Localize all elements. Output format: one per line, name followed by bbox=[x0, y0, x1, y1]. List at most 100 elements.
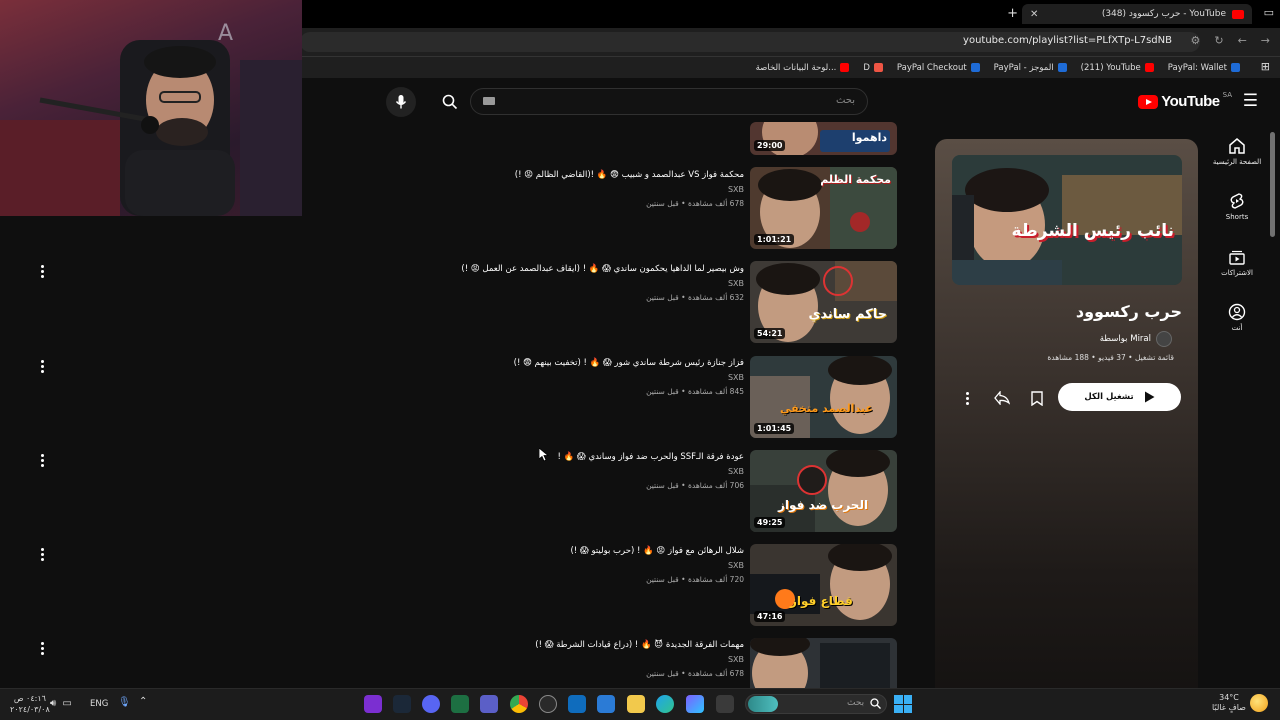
channel-name[interactable]: SXB bbox=[728, 279, 744, 288]
hamburger-menu-icon[interactable]: ☰ bbox=[1243, 91, 1258, 111]
more-vert-icon bbox=[962, 388, 972, 408]
duration-badge: 49:25 bbox=[754, 517, 786, 528]
reload-icon[interactable]: ↻ bbox=[1214, 34, 1223, 47]
video-thumbnail[interactable]: عبدالصمد متخفي 1:01:45 bbox=[750, 356, 897, 438]
bookmark-item[interactable]: D bbox=[863, 63, 883, 73]
copilot-icon[interactable] bbox=[686, 695, 704, 713]
nav-buttons: ⚙ ↻ ← → bbox=[1190, 34, 1270, 47]
bookmarks-bar: PayPal: Wallet (211) YouTube PayPal - المو… bbox=[300, 56, 1280, 78]
video-title[interactable]: محكمة فواز VS عبدالصمد و شبيب 😨 🔥 !(القا… bbox=[424, 170, 744, 180]
excel-icon[interactable] bbox=[451, 695, 469, 713]
keyboard-icon[interactable] bbox=[483, 97, 495, 105]
video-thumbnail[interactable]: محكمة الظلم 1:01:21 bbox=[750, 167, 897, 249]
duration-badge: 47:16 bbox=[754, 611, 786, 622]
app-icon[interactable] bbox=[364, 695, 382, 713]
row-menu-icon[interactable] bbox=[37, 638, 47, 658]
clock-time: ٠٤:١٦ ص bbox=[13, 694, 46, 703]
video-thumbnail[interactable]: قطاع فواز 47:16 bbox=[750, 544, 897, 626]
shorts-icon bbox=[1230, 193, 1244, 209]
page-scrollbar[interactable] bbox=[1270, 132, 1275, 237]
play-all-button[interactable]: تشغيل الكل bbox=[1058, 383, 1181, 411]
network-icon[interactable]: ▭ bbox=[62, 698, 71, 709]
tab-title: YouTube - حرب ركسوود (348) bbox=[1101, 9, 1226, 19]
window-controls-icon[interactable]: ▭ bbox=[1264, 6, 1274, 19]
voice-search-button[interactable] bbox=[386, 87, 416, 117]
save-playlist-button[interactable] bbox=[1024, 385, 1050, 411]
taskbar-clock[interactable]: ٠٤:١٦ ص ٢٠٢٤/٠٣/٠٨ bbox=[10, 693, 50, 715]
row-menu-icon[interactable] bbox=[37, 544, 47, 564]
app-icon[interactable] bbox=[716, 695, 734, 713]
video-title[interactable]: مهمات الفرقة الجديدة 😈 🔥 ! (دراع قيادات … bbox=[424, 640, 744, 650]
bookmark-item[interactable]: PayPal Checkout bbox=[897, 63, 980, 73]
input-language[interactable]: ENG bbox=[90, 699, 108, 709]
thumbnail-image bbox=[750, 638, 897, 688]
video-thumbnail[interactable]: داهموا 29:00 bbox=[750, 122, 897, 155]
mail-icon[interactable] bbox=[568, 695, 586, 713]
channel-name[interactable]: SXB bbox=[728, 561, 744, 570]
video-title[interactable]: وش بيصير لما الداهيا يحكمون ساندي 😱 🔥 ! … bbox=[424, 264, 744, 274]
edge-icon[interactable] bbox=[656, 695, 674, 713]
row-menu-icon[interactable] bbox=[37, 356, 47, 376]
nav-item-subscriptions[interactable]: الاشتراكات bbox=[1194, 248, 1280, 277]
share-button[interactable] bbox=[989, 385, 1015, 411]
forward-icon[interactable]: ← bbox=[1238, 34, 1247, 47]
bookmark-item[interactable]: (211) YouTube bbox=[1081, 63, 1154, 73]
channel-name[interactable]: SXB bbox=[728, 185, 744, 194]
back-icon[interactable]: → bbox=[1261, 34, 1270, 47]
duration-badge: 29:00 bbox=[754, 140, 786, 151]
new-tab-icon[interactable]: + bbox=[1007, 6, 1018, 21]
mouse-cursor-icon bbox=[539, 448, 549, 462]
bookmark-item[interactable]: لوحة البيانات الخاصة... bbox=[756, 63, 850, 73]
video-thumbnail[interactable]: حاكم ساندي 54:21 bbox=[750, 261, 897, 343]
browser-tab[interactable]: YouTube - حرب ركسوود (348) ✕ bbox=[1022, 4, 1252, 24]
channel-name[interactable]: SXB bbox=[728, 467, 744, 476]
teams-icon[interactable] bbox=[480, 695, 498, 713]
steam-icon[interactable] bbox=[393, 695, 411, 713]
video-title[interactable]: شلال الرهائن مع فواز 😡 🔥 ! (حرب بوليتو 😱… bbox=[424, 546, 744, 556]
github-icon[interactable] bbox=[539, 695, 557, 713]
chrome-icon[interactable] bbox=[510, 695, 528, 713]
tray-overflow-icon[interactable]: ⌃ bbox=[139, 696, 147, 707]
apps-grid-icon[interactable]: ⊞ bbox=[1261, 60, 1270, 73]
playlist-title: حرب ركسوود bbox=[1075, 302, 1182, 321]
bookmark-item[interactable]: PayPal - الموجز bbox=[994, 63, 1067, 73]
video-thumbnail[interactable]: الحرب ضد فواز 49:25 bbox=[750, 450, 897, 532]
youtube-logo[interactable]: YouTube SA bbox=[1138, 90, 1232, 110]
close-tab-icon[interactable]: ✕ bbox=[1030, 9, 1038, 20]
search-button[interactable] bbox=[431, 88, 469, 115]
taskbar-weather[interactable]: 34°C صافٍ غالبًا bbox=[1212, 693, 1246, 713]
tune-icon[interactable]: ⚙ bbox=[1190, 34, 1200, 47]
region-code: SA bbox=[1222, 90, 1232, 99]
you-icon bbox=[1228, 303, 1246, 321]
nav-item-home[interactable]: الصفحة الرئيسية bbox=[1194, 137, 1280, 166]
bookmark-favicon-icon bbox=[1057, 63, 1067, 72]
logo-text: YouTube bbox=[1161, 93, 1220, 110]
video-thumbnail[interactable] bbox=[750, 638, 897, 688]
bookmark-favicon-icon bbox=[1231, 63, 1240, 72]
nav-label: الصفحة الرئيسية bbox=[1212, 158, 1262, 166]
search-input[interactable] bbox=[470, 88, 868, 115]
more-actions-button[interactable] bbox=[954, 385, 980, 411]
speaker-icon[interactable]: 🔊︎ bbox=[50, 698, 56, 709]
video-meta: 706 ألف مشاهدة • قبل سنتين bbox=[646, 481, 744, 490]
bookmark-favicon-icon bbox=[873, 63, 883, 72]
playlist-thumbnail[interactable]: نائب رئيس الشرطة bbox=[952, 155, 1182, 285]
video-title[interactable]: فزاز جنازة رئيس شرطة ساندي شور 😱 🔥 ! (تخ… bbox=[424, 358, 744, 368]
channel-name[interactable]: SXB bbox=[728, 655, 744, 664]
row-menu-icon[interactable] bbox=[37, 261, 47, 281]
nav-item-shorts[interactable]: Shorts bbox=[1194, 192, 1280, 221]
bookmark-item[interactable]: PayPal: Wallet bbox=[1168, 63, 1240, 73]
playlist-owner[interactable]: بواسطة Miral bbox=[1100, 331, 1172, 347]
discord-icon[interactable] bbox=[422, 695, 440, 713]
url-text: youtube.com/playlist?list=PLfXTp-L7sdNB bbox=[963, 35, 1172, 46]
thumbnail-overlay-text: عبدالصمد متخفي bbox=[780, 402, 873, 415]
windows-start-icon[interactable] bbox=[894, 695, 912, 713]
store-icon[interactable] bbox=[597, 695, 615, 713]
video-meta: 720 ألف مشاهدة • قبل سنتين bbox=[646, 575, 744, 584]
mic-tray-icon[interactable]: 🎙︎ bbox=[118, 697, 131, 708]
nav-item-you[interactable]: أنت bbox=[1194, 303, 1280, 332]
channel-name[interactable]: SXB bbox=[728, 373, 744, 382]
folder-icon[interactable] bbox=[627, 695, 645, 713]
row-menu-icon[interactable] bbox=[37, 450, 47, 470]
video-title[interactable]: عودة فرقة الـSSF والحرب ضد فواز وساندي 😱… bbox=[424, 452, 744, 462]
